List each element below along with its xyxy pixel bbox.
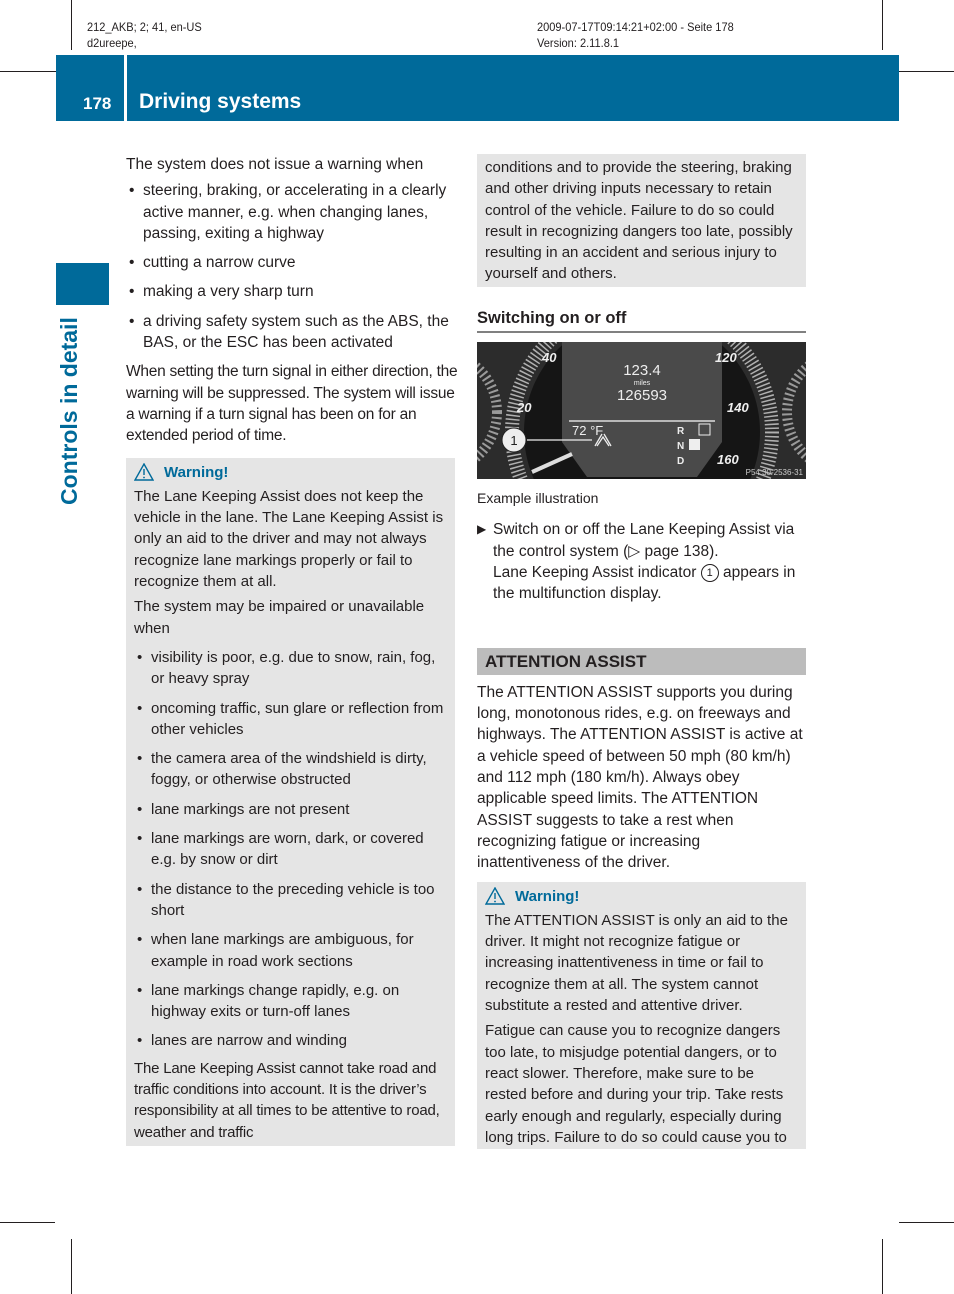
- list-item: lanes are narrow and winding: [134, 1030, 447, 1052]
- meta-left-line1: 212_AKB; 2; 41, en-US: [87, 20, 202, 34]
- warning-paragraph: The Lane Keeping Assist cannot take road…: [134, 1059, 440, 1141]
- warning-title: Warning!: [515, 887, 580, 905]
- attention-assist-heading: ATTENTION ASSIST: [477, 647, 806, 675]
- impairment-list: visibility is poor, e.g. due to snow, ra…: [134, 647, 447, 1052]
- warning-paragraph: The ATTENTION ASSIST is only an aid to t…: [485, 911, 788, 1015]
- distance-unit: miles: [634, 380, 651, 387]
- turn-signal-text: When setting the turn signal in either d…: [126, 363, 458, 445]
- warning-triangle-icon: [134, 463, 154, 481]
- warning-title: Warning!: [164, 463, 229, 481]
- switching-heading: Switching on or off: [477, 308, 806, 334]
- list-item: a driving safety system such as the ABS,…: [126, 311, 458, 354]
- crop-mark: [899, 71, 954, 72]
- warning-box-attention-assist: Warning! The ATTENTION ASSIST is only an…: [477, 881, 806, 1150]
- crop-mark: [882, 0, 883, 50]
- list-item: steering, braking, or accelerating in a …: [126, 180, 458, 244]
- meta-right-line1: 2009-07-17T09:14:21+02:00 - Seite 178: [537, 20, 734, 34]
- step-result-pre: Lane Keeping Assist indicator: [493, 563, 697, 581]
- crop-mark: [0, 1222, 55, 1223]
- list-item: the distance to the preceding vehicle is…: [134, 879, 447, 922]
- warning-paragraph: Fatigue can cause you to recognize dange…: [485, 1022, 787, 1146]
- warning-heading: Warning!: [485, 886, 798, 907]
- step-text: Switch on or off the Lane Keeping Assist…: [493, 521, 795, 560]
- gear-r: R: [677, 426, 685, 437]
- callout-reference: 1: [700, 563, 719, 582]
- print-meta-right: 2009-07-17T09:14:21+02:00 - Seite 178 Ve…: [537, 19, 734, 51]
- print-meta-left: 212_AKB; 2; 41, en-US d2ureepe,: [87, 19, 202, 51]
- warning-box-lane-keeping: Warning! The Lane Keeping Assist does no…: [126, 457, 455, 1146]
- speed-label: 120: [715, 350, 737, 365]
- no-warning-list: steering, braking, or accelerating in a …: [126, 180, 458, 353]
- list-item: the camera area of the windshield is dir…: [134, 748, 447, 791]
- header-separator: [124, 55, 127, 121]
- warning-paragraph: conditions and to provide the steering, …: [485, 159, 793, 283]
- warning-triangle-icon: [485, 887, 505, 905]
- odometer-value: 126593: [617, 387, 667, 404]
- warning-paragraph: The system may be impaired or unavailabl…: [134, 598, 425, 637]
- gear-n: N: [677, 441, 684, 452]
- speed-label: 20: [516, 400, 532, 415]
- right-column: conditions and to provide the steering, …: [477, 154, 806, 1150]
- crop-mark: [899, 1222, 954, 1223]
- intro-text: The system does not issue a warning when: [126, 156, 424, 173]
- instruction-step: ▶ Switch on or off the Lane Keeping Assi…: [477, 519, 806, 604]
- meta-left-line2: d2ureepe,: [87, 36, 137, 50]
- warning-box-continued: conditions and to provide the steering, …: [477, 154, 806, 287]
- list-item: when lane markings are ambiguous, for ex…: [134, 929, 447, 972]
- illustration-caption: Example illustration: [477, 490, 599, 507]
- crop-mark: [882, 1239, 883, 1294]
- list-item: lane markings are not present: [134, 799, 447, 821]
- side-tab-label: Controls in detail: [56, 317, 82, 505]
- speed-label: 140: [727, 400, 749, 415]
- meta-right-line2: Version: 2.11.8.1: [537, 36, 620, 50]
- list-item: lane markings change rapidly, e.g. on hi…: [134, 980, 447, 1023]
- instrument-cluster-illustration: 123.4 miles 126593 72 °F R N D 1 40 20 1…: [477, 342, 806, 480]
- left-column: The system does not issue a warning when…: [126, 154, 458, 1146]
- temperature-value: 72 °F: [572, 423, 603, 438]
- speed-label: 160: [717, 452, 739, 467]
- speed-label: 40: [541, 350, 557, 365]
- page-number: 178: [83, 94, 112, 113]
- gear-d: D: [677, 456, 684, 467]
- list-item: cutting a narrow curve: [126, 252, 458, 274]
- list-item: oncoming traffic, sun glare or reflectio…: [134, 698, 447, 741]
- attention-assist-text: The ATTENTION ASSIST supports you during…: [477, 683, 803, 872]
- warning-heading: Warning!: [134, 462, 447, 483]
- list-item: visibility is poor, e.g. due to snow, ra…: [134, 647, 447, 690]
- callout-number: 1: [510, 433, 517, 448]
- step-result: Lane Keeping Assist indicator 1 appears …: [493, 562, 806, 605]
- crop-mark: [71, 0, 72, 50]
- crop-mark: [71, 1239, 72, 1294]
- section-title: Driving systems: [139, 90, 302, 113]
- trip-value: 123.4: [623, 362, 661, 379]
- list-item: lane markings are worn, dark, or covered…: [134, 828, 447, 871]
- step-arrow-icon: ▶: [477, 522, 487, 537]
- list-item: making a very sharp turn: [126, 281, 458, 303]
- crop-mark: [0, 71, 56, 72]
- side-tab-marker: [56, 263, 109, 305]
- p-indicator-icon: [689, 439, 700, 451]
- warning-paragraph: The Lane Keeping Assist does not keep th…: [134, 487, 444, 591]
- illustration-ref-code: P54.30-2536-31: [746, 468, 804, 477]
